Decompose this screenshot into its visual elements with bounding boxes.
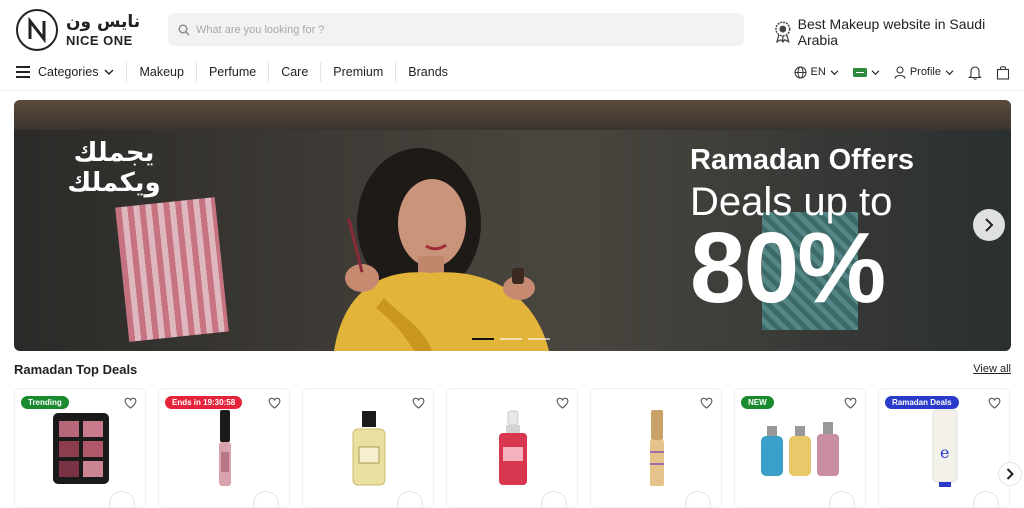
add-to-cart-button[interactable] (397, 491, 423, 507)
pagination-dot[interactable] (472, 338, 494, 340)
view-all-link[interactable]: View all (973, 363, 1011, 375)
pagination-dot[interactable] (500, 338, 522, 340)
chevron-down-icon (830, 69, 839, 75)
chevron-right-icon (985, 218, 994, 232)
nav-item-care[interactable]: Care (269, 62, 322, 82)
profile-menu[interactable]: Profile (894, 65, 954, 79)
add-to-cart-button[interactable] (685, 491, 711, 507)
hero-banner[interactable]: يجملك ويكملك Ramadan Offers Deals up to … (14, 100, 1011, 351)
nav-item-makeup[interactable]: Makeup (127, 62, 197, 82)
product-card[interactable]: Ramadan Deals e (878, 388, 1010, 508)
eyeshadow-palette-icon (53, 412, 109, 484)
mascara-icon (219, 410, 231, 486)
header: نايس ون NICE ONE Best Makeup website in … (0, 0, 1024, 58)
nav-item-perfume[interactable]: Perfume (197, 62, 270, 82)
chevron-down-icon (104, 69, 114, 75)
profile-label: Profile (909, 66, 941, 78)
deals-carousel: Trending Ends in 19:30:58 NEW Ramadan De… (14, 388, 1010, 508)
banner-pink-towel (115, 197, 229, 342)
search-input[interactable] (196, 23, 716, 36)
banner-arabic-line-2: ويكملك (67, 168, 161, 198)
logo-arabic: نايس ون (66, 11, 141, 32)
logo-n-icon (28, 17, 46, 43)
banner-percent: 80% (690, 212, 886, 324)
logo-english: NICE ONE (66, 32, 133, 48)
nav-item-brands[interactable]: Brands (396, 62, 460, 82)
svg-text:e: e (940, 443, 949, 462)
language-label: EN (810, 66, 826, 78)
product-card[interactable]: Ends in 19:30:58 (158, 388, 290, 508)
nav-item-premium[interactable]: Premium (321, 62, 397, 82)
product-card[interactable]: Trending (14, 388, 146, 508)
search-icon (178, 24, 190, 35)
search-bar[interactable] (168, 13, 744, 46)
globe-icon (794, 66, 807, 78)
add-to-cart-button[interactable] (541, 491, 567, 507)
add-to-cart-button[interactable] (253, 491, 279, 507)
hamburger-icon (16, 66, 30, 78)
product-card[interactable] (590, 388, 722, 508)
banner-arabic-line-1: يجملك (73, 138, 155, 168)
saudi-flag-icon (852, 67, 867, 77)
language-selector[interactable]: EN (794, 66, 839, 79)
perfume-set-icon (761, 422, 839, 476)
chevron-right-icon (1006, 468, 1014, 480)
concealer-tube-icon (650, 410, 664, 486)
banner-model-image (334, 148, 549, 351)
categories-menu-button[interactable]: Categories (16, 62, 128, 82)
add-to-cart-button[interactable] (829, 491, 855, 507)
tagline-text: Best Makeup website in Saudi Arabia (797, 16, 986, 48)
add-to-cart-button[interactable] (973, 491, 999, 507)
banner-pagination (472, 338, 550, 340)
product-card[interactable] (302, 388, 434, 508)
pagination-dot[interactable] (528, 338, 550, 340)
banner-title: Ramadan Offers (690, 144, 915, 176)
chevron-down-icon (871, 69, 880, 75)
tagline: Best Makeup website in Saudi Arabia (774, 16, 1024, 48)
header-divider (0, 90, 1024, 91)
logo-badge (16, 9, 58, 51)
carousel-next-button[interactable] (998, 462, 1022, 486)
navigation-bar: Categories Makeup Perfume Care Premium B… (0, 58, 1024, 90)
banner-arabic-slogan: يجملك ويكملك (64, 138, 164, 198)
award-badge-icon (775, 21, 791, 43)
chevron-down-icon (945, 69, 954, 75)
section-title: Ramadan Top Deals (14, 362, 138, 377)
product-card[interactable] (446, 388, 578, 508)
country-selector[interactable] (852, 67, 880, 77)
categories-label: Categories (38, 65, 99, 79)
shopping-bag-icon[interactable] (996, 65, 1010, 80)
perfume-bottle-icon (352, 411, 386, 486)
cream-tube-icon: e (932, 409, 958, 487)
add-to-cart-button[interactable] (109, 491, 135, 507)
serum-dropper-icon (499, 410, 527, 485)
banner-shelf (14, 100, 1011, 130)
logo[interactable]: نايس ون NICE ONE (16, 9, 140, 51)
bell-icon[interactable] (968, 65, 982, 80)
banner-next-button[interactable] (973, 209, 1005, 241)
product-card[interactable]: NEW (734, 388, 866, 508)
user-icon (894, 65, 906, 79)
